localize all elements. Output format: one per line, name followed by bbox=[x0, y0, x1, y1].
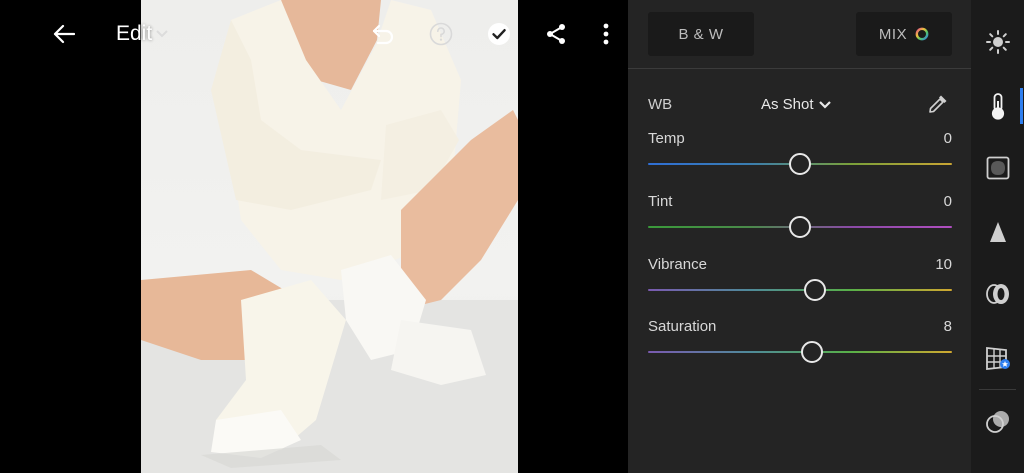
back-button[interactable] bbox=[48, 17, 80, 51]
panel-divider bbox=[628, 68, 971, 69]
arrow-left-icon bbox=[53, 24, 75, 44]
photo-image bbox=[141, 0, 518, 473]
vibrance-track[interactable] bbox=[648, 289, 952, 291]
chevron-down-icon bbox=[156, 30, 168, 38]
help-icon bbox=[429, 22, 453, 46]
saturation-slider[interactable]: Saturation 8 bbox=[648, 318, 952, 368]
temp-thumb[interactable] bbox=[789, 153, 811, 175]
edit-mode-dropdown[interactable]: Edit bbox=[116, 17, 180, 51]
bw-label: B & W bbox=[678, 25, 724, 43]
share-icon bbox=[547, 24, 565, 44]
optics-icon bbox=[985, 284, 1009, 304]
done-button[interactable] bbox=[482, 17, 516, 51]
color-tool-button[interactable] bbox=[971, 86, 1024, 126]
help-button[interactable] bbox=[424, 17, 458, 51]
tint-thumb[interactable] bbox=[789, 216, 811, 238]
detail-tool-button[interactable] bbox=[971, 212, 1024, 252]
bw-button[interactable]: B & W bbox=[648, 12, 754, 56]
geometry-icon bbox=[985, 347, 1010, 370]
detail-icon bbox=[989, 222, 1006, 242]
vibrance-thumb[interactable] bbox=[804, 279, 827, 301]
vibrance-value: 10 bbox=[935, 256, 952, 273]
white-balance-dropdown[interactable]: As Shot bbox=[761, 96, 831, 113]
photo-canvas[interactable]: Edit bbox=[0, 0, 628, 473]
color-panel: B & W MIX WB As Shot Temp 0 Tint 0 Vibra… bbox=[628, 0, 971, 473]
presets-icon bbox=[985, 411, 1009, 433]
optics-tool-button[interactable] bbox=[971, 274, 1024, 314]
color-thermometer-icon bbox=[991, 93, 1004, 120]
eyedropper-icon bbox=[929, 95, 947, 113]
vibrance-label: Vibrance bbox=[648, 256, 707, 273]
wb-label: WB bbox=[648, 96, 673, 113]
saturation-label: Saturation bbox=[648, 318, 717, 335]
light-tool-button[interactable] bbox=[971, 22, 1024, 62]
tint-slider[interactable]: Tint 0 bbox=[648, 193, 952, 243]
geometry-tool-button[interactable] bbox=[971, 338, 1024, 378]
wb-value: As Shot bbox=[761, 96, 814, 113]
effects-tool-button[interactable] bbox=[971, 148, 1024, 188]
saturation-thumb[interactable] bbox=[801, 341, 824, 363]
color-wheel-icon bbox=[915, 27, 929, 41]
saturation-value: 8 bbox=[943, 318, 952, 335]
tint-label: Tint bbox=[648, 193, 673, 210]
temp-slider[interactable]: Temp 0 bbox=[648, 130, 952, 180]
share-button[interactable] bbox=[540, 17, 572, 51]
mix-label: MIX bbox=[878, 25, 908, 43]
more-options-button[interactable] bbox=[592, 17, 620, 51]
undo-icon bbox=[372, 24, 394, 45]
edit-mode-label: Edit bbox=[116, 22, 153, 45]
vibrance-slider[interactable]: Vibrance 10 bbox=[648, 256, 952, 306]
effects-icon bbox=[986, 156, 1009, 180]
saturation-track[interactable] bbox=[648, 351, 952, 353]
chevron-down-icon bbox=[818, 100, 831, 109]
presets-tool-button[interactable] bbox=[971, 402, 1024, 442]
temp-label: Temp bbox=[648, 130, 685, 147]
eyedropper-button[interactable] bbox=[926, 92, 950, 121]
light-icon bbox=[985, 30, 1010, 54]
more-vertical-icon bbox=[603, 23, 609, 45]
undo-button[interactable] bbox=[366, 17, 400, 51]
temp-value: 0 bbox=[943, 130, 952, 147]
photo-preview[interactable] bbox=[141, 0, 518, 473]
tint-value: 0 bbox=[943, 193, 952, 210]
check-circle-icon bbox=[488, 23, 510, 45]
rail-divider bbox=[979, 389, 1016, 390]
tool-rail bbox=[971, 0, 1024, 473]
mix-button[interactable]: MIX bbox=[856, 12, 952, 56]
